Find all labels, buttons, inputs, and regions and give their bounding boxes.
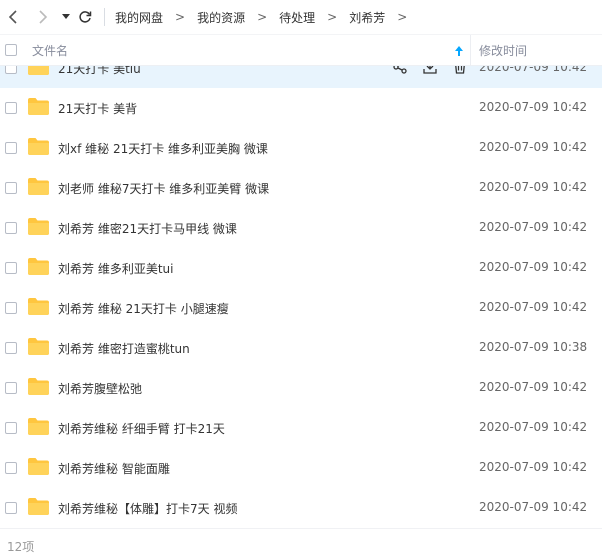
toolbar-divider <box>104 8 105 26</box>
file-modified-time: 2020-07-09 10:42 <box>479 220 588 234</box>
file-list: 21天打卡 美tiu 2020-07-09 10:42 21天打卡 美背 2020-0… <box>0 66 602 526</box>
folder-icon <box>28 138 49 155</box>
row-checkbox[interactable] <box>5 66 17 74</box>
folder-icon <box>28 498 49 515</box>
file-name[interactable]: 刘希芳腹壁松弛 <box>58 380 142 397</box>
row-checkbox[interactable] <box>5 502 17 514</box>
row-actions <box>392 66 468 75</box>
file-modified-time: 2020-07-09 10:42 <box>479 180 588 194</box>
file-name[interactable]: 刘xf 维秘 21天打卡 维多利亚美胸 微课 <box>58 140 268 157</box>
caret-down-icon <box>62 14 70 19</box>
breadcrumb: 我的网盘 > 我的资源 > 待处理 > 刘希芳 > <box>115 9 419 26</box>
file-name[interactable]: 21天打卡 美tiu <box>58 66 141 77</box>
file-name[interactable]: 刘希芳 维密打造蜜桃tun <box>58 340 190 357</box>
file-modified-time: 2020-07-09 10:42 <box>479 260 588 274</box>
refresh-button[interactable] <box>74 6 96 28</box>
breadcrumb-item-current[interactable]: 刘希芳 <box>349 9 385 26</box>
file-row[interactable]: 刘希芳腹壁松弛 2020-07-09 10:42 <box>0 368 602 408</box>
share-icon <box>393 66 407 74</box>
list-header: 文件名 修改时间 <box>0 34 602 66</box>
forward-button[interactable] <box>32 6 54 28</box>
folder-icon <box>28 98 49 115</box>
row-checkbox[interactable] <box>5 462 17 474</box>
file-row[interactable]: 刘希芳维秘 纤细手臂 打卡21天 2020-07-09 10:42 <box>0 408 602 448</box>
column-divider[interactable] <box>470 35 471 66</box>
breadcrumb-item-pending[interactable]: 待处理 <box>279 9 315 26</box>
file-modified-time: 2020-07-09 10:42 <box>479 66 588 74</box>
file-modified-time: 2020-07-09 10:38 <box>479 340 588 354</box>
file-name[interactable]: 刘希芳 维秘 21天打卡 小腿速瘦 <box>58 300 229 317</box>
folder-icon <box>28 378 49 395</box>
chevron-right-icon <box>39 10 48 24</box>
row-checkbox[interactable] <box>5 222 17 234</box>
folder-icon <box>28 338 49 355</box>
folder-icon <box>28 178 49 195</box>
file-row[interactable]: 刘xf 维秘 21天打卡 维多利亚美胸 微课 2020-07-09 10:42 <box>0 128 602 168</box>
select-all-checkbox[interactable] <box>5 44 17 56</box>
folder-icon <box>28 298 49 315</box>
folder-icon <box>28 458 49 475</box>
file-name[interactable]: 刘希芳 维密21天打卡马甲线 微课 <box>58 220 237 237</box>
folder-icon <box>28 258 49 275</box>
file-row[interactable]: 刘老师 维秘7天打卡 维多利亚美臂 微课 2020-07-09 10:42 <box>0 168 602 208</box>
file-name[interactable]: 21天打卡 美背 <box>58 100 137 117</box>
file-row[interactable]: 21天打卡 美tiu 2020-07-09 10:42 <box>0 66 602 88</box>
download-icon <box>423 66 437 74</box>
history-dropdown-button[interactable] <box>60 6 72 28</box>
row-checkbox[interactable] <box>5 342 17 354</box>
file-row[interactable]: 刘希芳 维密21天打卡马甲线 微课 2020-07-09 10:42 <box>0 208 602 248</box>
chevron-left-icon <box>8 10 17 24</box>
column-header-modified-time[interactable]: 修改时间 <box>479 42 527 59</box>
file-row[interactable]: 刘希芳 维秘 21天打卡 小腿速瘦 2020-07-09 10:42 <box>0 288 602 328</box>
breadcrumb-item-my-drive[interactable]: 我的网盘 <box>115 9 163 26</box>
row-checkbox[interactable] <box>5 182 17 194</box>
file-name[interactable]: 刘老师 维秘7天打卡 维多利亚美臂 微课 <box>58 180 269 197</box>
trash-icon <box>455 66 465 74</box>
file-name[interactable]: 刘希芳维秘 智能面雕 <box>58 460 170 477</box>
file-modified-time: 2020-07-09 10:42 <box>479 140 588 154</box>
file-name[interactable]: 刘希芳维秘 纤细手臂 打卡21天 <box>58 420 225 437</box>
folder-icon <box>28 418 49 435</box>
file-row[interactable]: 刘希芳维秘 智能面雕 2020-07-09 10:42 <box>0 448 602 488</box>
folder-icon <box>28 66 49 75</box>
file-name[interactable]: 刘希芳维秘【体雕】打卡7天 视频 <box>58 500 237 517</box>
file-row[interactable]: 刘希芳 维多利亚美tui 2020-07-09 10:42 <box>0 248 602 288</box>
breadcrumb-separator: > <box>327 10 338 24</box>
file-modified-time: 2020-07-09 10:42 <box>479 460 588 474</box>
file-modified-time: 2020-07-09 10:42 <box>479 500 588 514</box>
folder-icon <box>28 218 49 235</box>
file-row[interactable]: 21天打卡 美背 2020-07-09 10:42 <box>0 88 602 128</box>
file-row[interactable]: 刘希芳维秘【体雕】打卡7天 视频 2020-07-09 10:42 <box>0 488 602 526</box>
file-modified-time: 2020-07-09 10:42 <box>479 300 588 314</box>
row-checkbox[interactable] <box>5 262 17 274</box>
breadcrumb-separator: > <box>257 10 268 24</box>
sort-up-icon[interactable] <box>455 46 463 56</box>
row-checkbox[interactable] <box>5 142 17 154</box>
toolbar: 我的网盘 > 我的资源 > 待处理 > 刘希芳 > <box>0 0 602 34</box>
file-name[interactable]: 刘希芳 维多利亚美tui <box>58 260 173 277</box>
row-checkbox[interactable] <box>5 422 17 434</box>
file-modified-time: 2020-07-09 10:42 <box>479 100 588 114</box>
file-row[interactable]: 刘希芳 维密打造蜜桃tun 2020-07-09 10:38 <box>0 328 602 368</box>
delete-button[interactable] <box>452 66 468 75</box>
breadcrumb-separator[interactable]: > <box>397 10 407 24</box>
row-checkbox[interactable] <box>5 302 17 314</box>
row-checkbox[interactable] <box>5 382 17 394</box>
status-bar: 12项 <box>0 528 602 557</box>
file-modified-time: 2020-07-09 10:42 <box>479 380 588 394</box>
download-button[interactable] <box>422 66 438 75</box>
row-checkbox[interactable] <box>5 102 17 114</box>
item-count: 12项 <box>7 540 35 554</box>
refresh-icon <box>79 11 92 23</box>
share-button[interactable] <box>392 66 408 75</box>
file-modified-time: 2020-07-09 10:42 <box>479 420 588 434</box>
breadcrumb-separator: > <box>175 10 186 24</box>
breadcrumb-item-my-resources[interactable]: 我的资源 <box>197 9 245 26</box>
back-button[interactable] <box>2 6 24 28</box>
column-header-name[interactable]: 文件名 <box>32 42 68 59</box>
